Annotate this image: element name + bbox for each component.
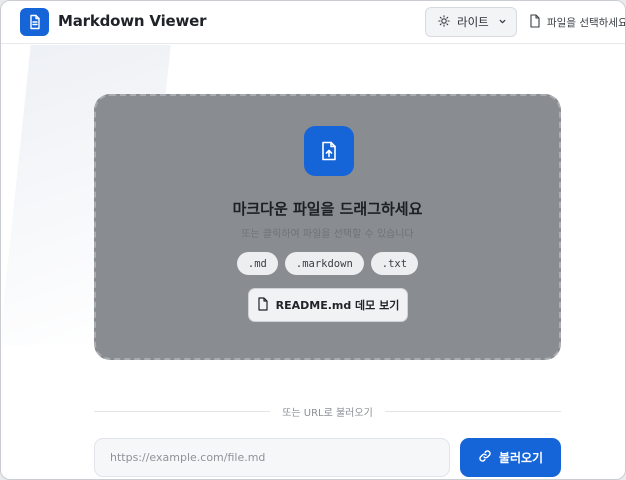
theme-label: 라이트 [457, 15, 489, 29]
extension-chip-txt: .txt [370, 252, 419, 275]
app-title: Markdown Viewer [58, 12, 207, 30]
app-window: Markdown Viewer 라이트 파일을 선택하세요 마크다운 파일을 드… [0, 0, 626, 480]
demo-button-label: README.md 데모 보기 [275, 299, 400, 312]
theme-toggle-button[interactable]: 라이트 [425, 7, 517, 37]
url-input[interactable] [94, 438, 450, 477]
drop-zone-title: 마크다운 파일을 드래그하세요 [232, 200, 423, 218]
file-drop-zone[interactable]: 마크다운 파일을 드래그하세요 또는 클릭하여 파일을 선택할 수 있습니다 .… [94, 94, 561, 360]
sun-icon [438, 14, 450, 30]
divider-line-right [385, 411, 561, 412]
file-select-button[interactable]: 파일을 선택하세요 [529, 12, 626, 32]
file-icon [257, 296, 269, 314]
top-header: Markdown Viewer 라이트 파일을 선택하세요 [1, 1, 625, 44]
link-icon [478, 449, 492, 466]
load-button-label: 불러오기 [498, 451, 544, 465]
demo-readme-button[interactable]: README.md 데모 보기 [248, 288, 408, 322]
or-divider: 또는 URL로 불러오기 [94, 403, 561, 419]
chevron-down-icon [498, 15, 507, 29]
file-upload-icon [304, 126, 354, 176]
file-icon [529, 13, 541, 31]
load-url-button[interactable]: 불러오기 [460, 438, 561, 477]
extension-list: .md .markdown .txt [96, 252, 559, 275]
file-select-label: 파일을 선택하세요 [547, 16, 626, 29]
document-icon [20, 8, 49, 36]
drop-zone-subtitle: 또는 클릭하여 파일을 선택할 수 있습니다 [241, 229, 414, 240]
extension-chip-markdown: .markdown [284, 252, 364, 275]
extension-chip-md: .md [236, 252, 278, 275]
